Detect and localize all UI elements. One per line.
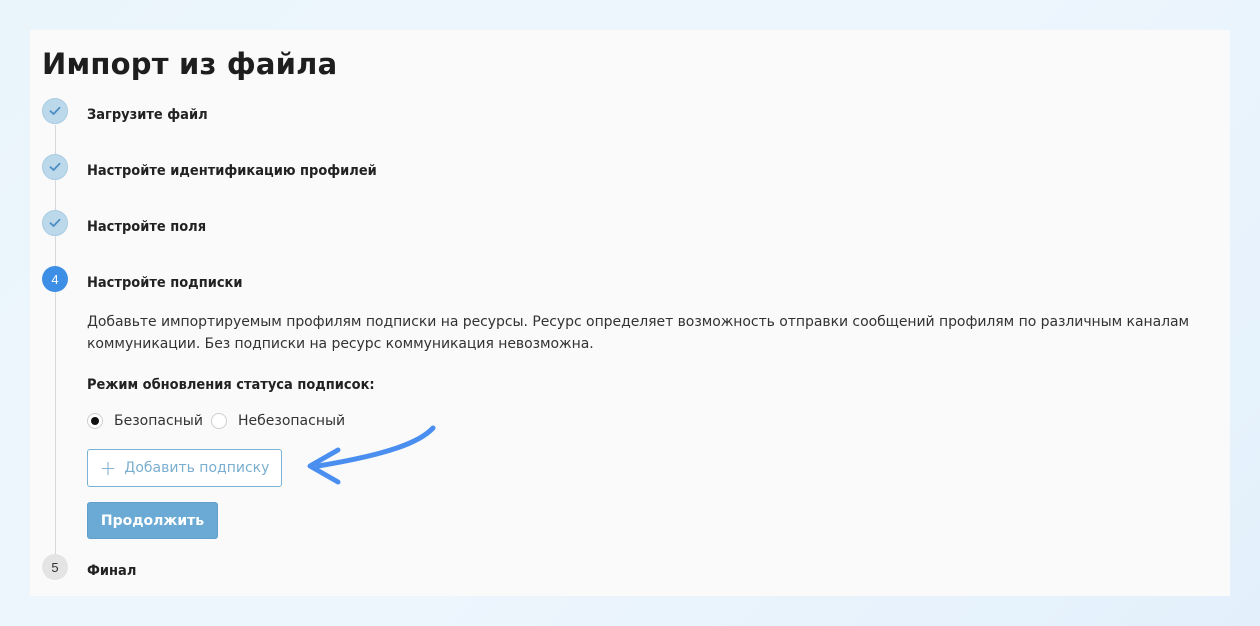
add-subscription-button[interactable]: + Добавить подписку [87, 449, 282, 487]
continue-button[interactable]: Продолжить [87, 502, 218, 539]
add-subscription-label: Добавить подписку [124, 460, 270, 476]
plus-icon: + [99, 456, 117, 480]
step-3-check-icon [42, 210, 68, 236]
subscription-mode-label: Режим обновления статуса подписок: [87, 377, 375, 393]
radio-unsafe-indicator[interactable] [211, 413, 227, 429]
step-5-label: Финал [87, 563, 137, 579]
radio-safe-indicator[interactable] [87, 413, 103, 429]
step-3-label[interactable]: Настройте поля [87, 219, 206, 235]
step-5-number: 5 [42, 554, 68, 580]
step-2-check-icon [42, 154, 68, 180]
step-4-number: 4 [42, 266, 68, 292]
radio-safe[interactable]: Безопасный [87, 413, 203, 429]
subscriptions-description: Добавьте импортируемым профилям подписки… [87, 314, 1190, 352]
import-card: Импорт из файла Загрузите файл Настройте… [30, 30, 1230, 596]
step-4-label: Настройте подписки [87, 275, 243, 291]
page-title: Импорт из файла [42, 47, 338, 81]
annotation-arrow-icon [307, 425, 436, 485]
step-1-label[interactable]: Загрузите файл [87, 107, 208, 123]
step-2-label[interactable]: Настройте идентификацию профилей [87, 163, 377, 179]
step-1-check-icon [42, 98, 68, 124]
radio-safe-label[interactable]: Безопасный [114, 413, 203, 429]
stepper-rail [55, 125, 56, 565]
